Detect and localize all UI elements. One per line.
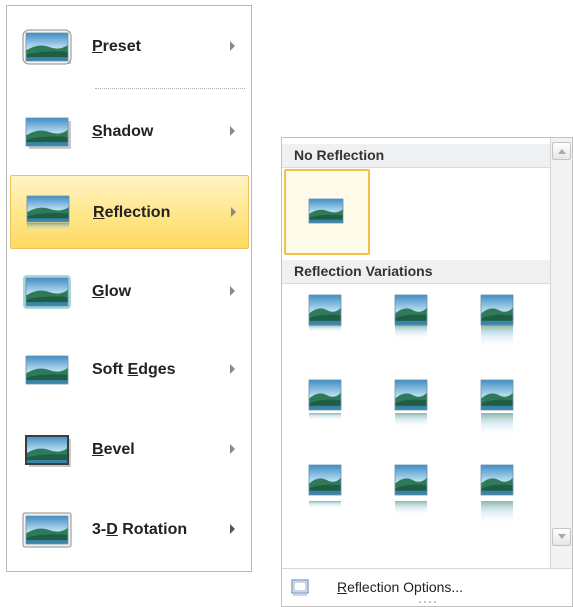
menu-item-shadow[interactable]: Shadow xyxy=(10,95,249,169)
reflection-options-label: Reflection Options... xyxy=(337,579,464,595)
gallery-item-reflection[interactable] xyxy=(370,455,456,541)
half-reflection-4pt-offset-icon xyxy=(394,379,428,428)
half-reflection-touching-icon xyxy=(394,294,428,340)
gallery-item-reflection[interactable] xyxy=(370,370,456,456)
menu-item-label: Reflection xyxy=(93,204,171,221)
arrow-down-icon xyxy=(558,534,566,539)
tight-reflection-4pt-offset-icon xyxy=(308,379,342,421)
arrow-up-icon xyxy=(558,149,566,154)
menu-item-label: Preset xyxy=(92,38,141,55)
menu-item-preset[interactable]: Preset xyxy=(10,10,249,84)
chevron-right-icon xyxy=(230,364,235,374)
tight-reflection-touching-icon xyxy=(308,294,342,333)
tight-reflection-8pt-offset-icon xyxy=(308,464,342,509)
menu-item-bevel[interactable]: Bevel xyxy=(10,413,249,487)
gallery-item-reflection[interactable] xyxy=(284,370,370,456)
preset-picture-icon xyxy=(22,29,72,65)
chevron-right-icon xyxy=(230,286,235,296)
soft-edges-picture-icon xyxy=(25,355,69,385)
picture-frame-icon xyxy=(291,579,309,596)
picture-effects-menu: Preset Shadow Reflection Glow Soft Edges xyxy=(6,5,252,572)
menu-item-soft-edges[interactable]: Soft Edges xyxy=(10,333,249,407)
full-reflection-touching-icon xyxy=(480,294,514,349)
chevron-right-icon xyxy=(230,126,235,136)
gallery-item-no-reflection[interactable] xyxy=(284,169,370,255)
menu-separator xyxy=(95,88,245,89)
chevron-right-icon xyxy=(230,444,235,454)
reflection-picture-icon xyxy=(26,195,70,233)
half-reflection-8pt-offset-icon xyxy=(394,464,428,516)
gallery-item-reflection[interactable] xyxy=(370,285,456,371)
stage: Preset Shadow Reflection Glow Soft Edges xyxy=(0,0,573,607)
menu-item-3d-rotation[interactable]: 3-D Rotation xyxy=(10,493,249,567)
menu-item-label: Soft Edges xyxy=(92,361,176,378)
scroll-down-button[interactable] xyxy=(552,528,571,546)
menu-item-label: Glow xyxy=(92,283,132,300)
scroll-up-button[interactable] xyxy=(552,142,571,160)
full-reflection-8pt-offset-icon xyxy=(480,464,514,525)
3d-rotation-picture-icon xyxy=(22,512,72,548)
no-reflection-thumbnail-icon xyxy=(308,198,344,224)
menu-item-label: 3-D Rotation xyxy=(92,521,188,538)
gallery-item-reflection[interactable] xyxy=(456,455,542,541)
chevron-right-icon xyxy=(231,207,236,217)
reflection-variations-header: Reflection Variations xyxy=(282,260,550,284)
menu-item-label: Shadow xyxy=(92,123,154,140)
menu-item-reflection[interactable]: Reflection xyxy=(10,175,249,249)
gallery-item-reflection[interactable] xyxy=(456,370,542,456)
shadow-picture-icon xyxy=(25,117,71,149)
gallery-item-reflection[interactable] xyxy=(284,455,370,541)
resize-grip-icon[interactable] xyxy=(416,599,440,605)
full-reflection-4pt-offset-icon xyxy=(480,379,514,437)
gallery-item-reflection[interactable] xyxy=(456,285,542,371)
bevel-picture-icon xyxy=(25,435,71,467)
menu-item-glow[interactable]: Glow xyxy=(10,255,249,329)
no-reflection-header: No Reflection xyxy=(282,144,550,168)
gallery-item-reflection[interactable] xyxy=(284,285,370,371)
glow-picture-icon xyxy=(23,275,71,309)
gallery-scrollbar[interactable] xyxy=(550,138,572,568)
chevron-right-icon xyxy=(230,41,235,51)
menu-item-label: Bevel xyxy=(92,441,135,458)
reflection-gallery: No Reflection Reflection Variations Refl… xyxy=(281,137,573,607)
chevron-right-icon xyxy=(230,524,235,534)
